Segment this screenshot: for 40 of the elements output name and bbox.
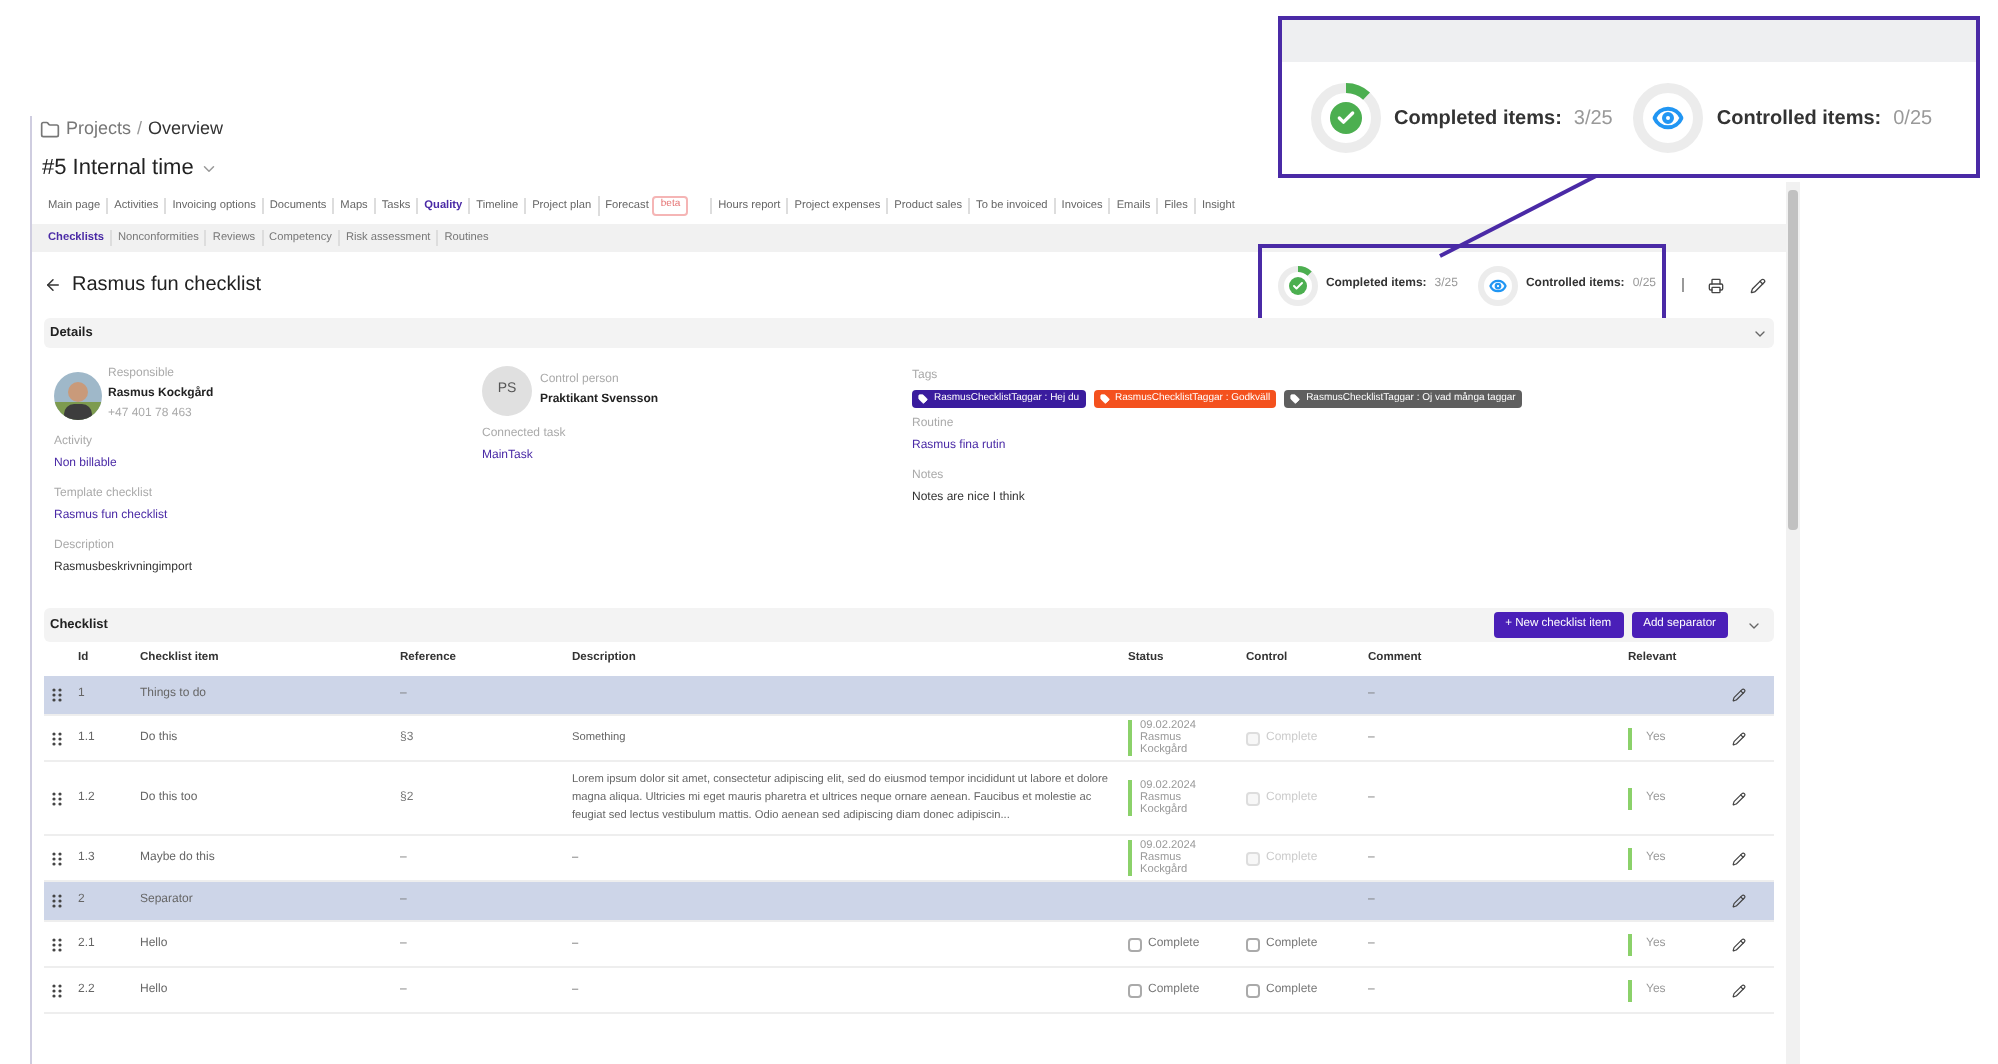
back-arrow-icon[interactable]	[44, 276, 62, 294]
drag-handle-icon[interactable]	[52, 688, 62, 702]
checkbox[interactable]	[1246, 937, 1260, 951]
edit-icon[interactable]	[1732, 791, 1746, 805]
drag-handle-icon[interactable]	[52, 731, 62, 745]
breadcrumb-current: Overview	[148, 116, 224, 143]
avatar	[54, 371, 102, 419]
checkbox[interactable]	[1246, 983, 1260, 997]
page-title: Rasmus fun checklist	[72, 272, 261, 300]
project-title: #5 Internal time	[42, 153, 194, 184]
drag-handle-icon[interactable]	[52, 791, 62, 805]
stat-label: Completed items:	[1394, 105, 1562, 133]
tag-icon	[1290, 394, 1301, 404]
check-progress-icon	[1277, 265, 1318, 305]
tag-icon	[1099, 394, 1110, 404]
stat-label: Controlled items:	[1716, 105, 1882, 133]
tag-icon	[918, 394, 928, 404]
folder-icon	[40, 120, 60, 140]
drag-handle-icon[interactable]	[52, 983, 62, 997]
check-progress-icon	[1310, 82, 1382, 154]
eye-progress-icon	[1477, 265, 1518, 305]
breadcrumb-link[interactable]: Projects	[66, 116, 132, 144]
edit-icon[interactable]	[1732, 894, 1746, 908]
edit-icon[interactable]	[1732, 688, 1746, 702]
drag-handle-icon[interactable]	[52, 937, 62, 951]
drag-handle-icon[interactable]	[52, 894, 62, 908]
breadcrumb-separator: /	[137, 116, 143, 143]
edit-icon[interactable]	[1732, 983, 1746, 997]
edit-icon[interactable]	[1750, 277, 1766, 293]
stat-value: 0/25	[1893, 105, 1933, 133]
stat-value: 3/25	[1573, 105, 1613, 133]
checkbox[interactable]	[1128, 937, 1142, 951]
edit-icon[interactable]	[1732, 851, 1746, 865]
edit-icon[interactable]	[1732, 937, 1746, 951]
drag-handle-icon[interactable]	[52, 851, 62, 865]
eye-progress-icon	[1632, 82, 1705, 154]
checkbox[interactable]	[1128, 983, 1142, 997]
print-icon[interactable]	[1708, 277, 1724, 293]
scrollbar[interactable]	[1786, 182, 1800, 1064]
edit-icon[interactable]	[1732, 731, 1746, 745]
